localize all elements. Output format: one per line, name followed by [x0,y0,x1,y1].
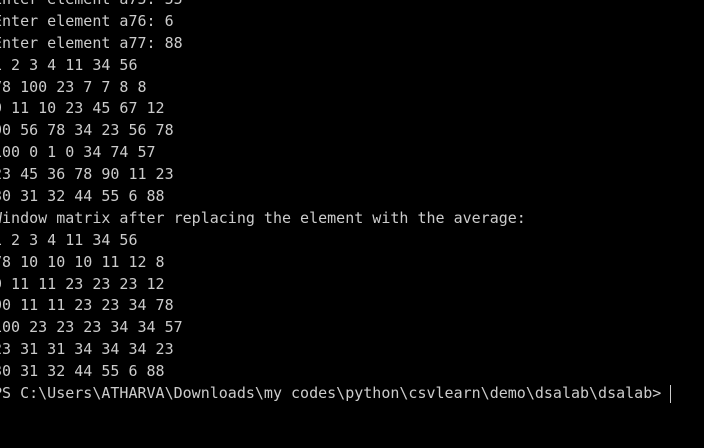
output-line-10: 30 31 32 44 55 6 88 [0,187,165,206]
output-line-3: Enter element a77: 88 [0,33,183,52]
output-line-14: 9 11 11 23 23 23 12 [0,274,165,293]
output-line-2: Enter element a76: 6 [0,11,174,30]
output-line-1: Enter element a75: 55 [0,0,671,11]
prompt-text: PS C:\Users\ATHARVA\Downloads\my codes\p… [0,384,662,403]
terminal-window[interactable]: Enter element a75: 55 Enter element a76:… [0,0,704,448]
output-line-8: 100 0 1 0 34 74 57 [0,143,156,162]
output-line-4: 1 2 3 4 11 34 56 [0,55,138,74]
output-line-18: 30 31 32 44 55 6 88 [0,362,165,381]
output-line-16: 100 23 23 23 34 34 57 [0,318,183,337]
output-line-17: 23 31 31 34 34 34 23 [0,340,174,359]
command-prompt[interactable]: PS C:\Users\ATHARVA\Downloads\my codes\p… [0,383,672,405]
output-line-13: 78 10 10 10 11 12 8 [0,252,165,271]
output-line-7: 90 56 78 34 23 56 78 [0,121,174,140]
terminal-output: Enter element a75: 55 Enter element a76:… [0,0,672,405]
text-cursor [670,384,672,403]
output-line-12: 1 2 3 4 11 34 56 [0,230,138,249]
output-line-11: Window matrix after replacing the elemen… [0,208,526,227]
output-line-15: 90 11 11 23 23 34 78 [0,296,174,315]
output-line-5: 78 100 23 7 7 8 8 [0,77,147,96]
output-line-6: 9 11 10 23 45 67 12 [0,99,165,118]
output-line-9: 23 45 36 78 90 11 23 [0,165,174,184]
